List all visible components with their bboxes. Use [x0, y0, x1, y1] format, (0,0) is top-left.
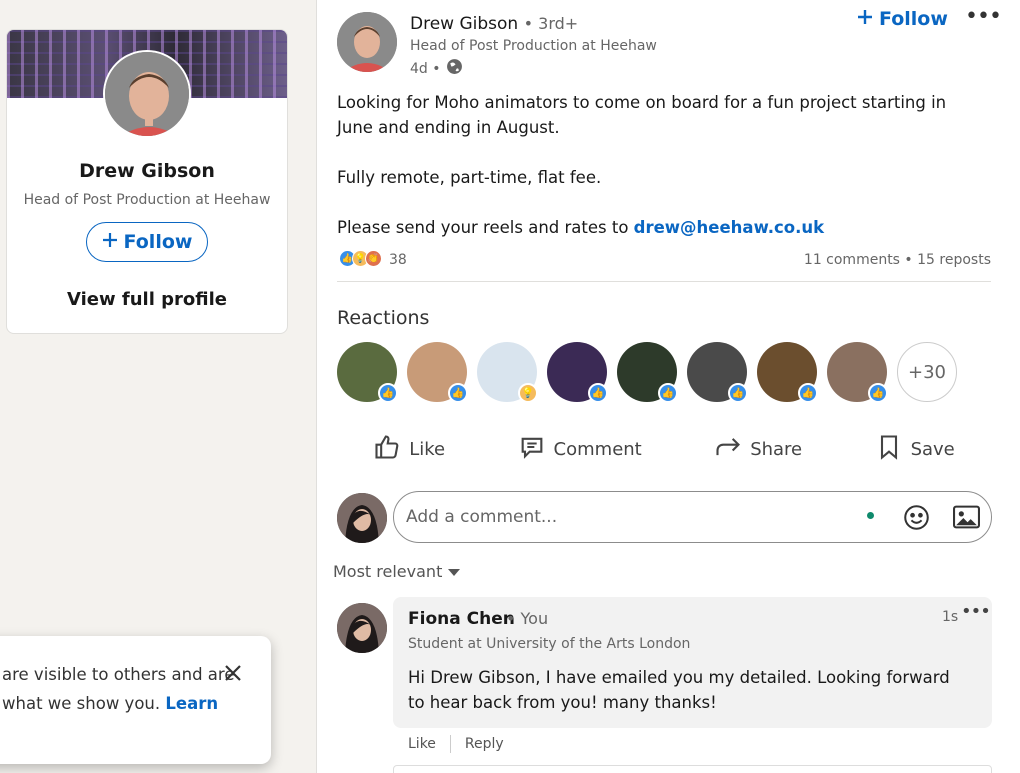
connection-degree: • 3rd+: [523, 14, 579, 33]
post-author-avatar[interactable]: [337, 12, 397, 72]
post-body: Looking for Moho animators to come on bo…: [337, 90, 977, 265]
social-counts: 👍 💡 👏 38 11 comments • 15 reposts: [337, 250, 991, 282]
post-actions: Like Comment Share Save: [337, 425, 991, 473]
view-full-profile-link[interactable]: View full profile: [7, 289, 287, 310]
profile-name[interactable]: Drew Gibson: [7, 160, 287, 182]
commenter-you-tag: • You: [506, 609, 549, 628]
bookmark-icon: [875, 433, 903, 466]
post-author-name[interactable]: Drew Gibson: [410, 14, 518, 34]
post-follow-button[interactable]: Follow: [857, 8, 948, 30]
post-text-1: Looking for Moho animators to come on bo…: [337, 93, 947, 137]
comment-bubble: Fiona Chen • You 1s ••• Student at Unive…: [393, 597, 992, 728]
comment-reply-button[interactable]: Reply: [465, 736, 504, 752]
insightful-badge-icon: 💡: [518, 383, 538, 403]
post-meta: 4d •: [410, 58, 463, 79]
globe-icon: [446, 58, 463, 79]
save-button[interactable]: Save: [875, 433, 955, 466]
like-badge-icon: 👍: [798, 383, 818, 403]
like-badge-icon: 👍: [588, 383, 608, 403]
post-panel: Drew Gibson • 3rd+ Head of Post Producti…: [316, 0, 1020, 773]
reactors-list: 👍 👍 💡 👍 👍 👍 👍 👍 +30: [337, 342, 957, 403]
save-label: Save: [910, 438, 955, 460]
post-text-3: Please send your reels and rates to: [337, 218, 634, 237]
share-arrow-icon: [714, 433, 742, 466]
reactor-avatar[interactable]: 👍: [827, 342, 888, 403]
comment-time: 1s: [942, 609, 959, 625]
learn-more-link[interactable]: Learn: [165, 694, 218, 713]
comment-sort-dropdown[interactable]: Most relevant: [333, 562, 461, 581]
post-text-2: Fully remote, part-time, flat fee.: [337, 168, 602, 187]
close-icon[interactable]: [224, 660, 242, 688]
reaction-icons[interactable]: 👍 💡 👏: [339, 250, 382, 267]
comment-actions: Like Reply: [408, 735, 504, 753]
reaction-count[interactable]: 38: [389, 252, 407, 268]
post-follow-label: Follow: [879, 8, 948, 30]
plus-icon: [857, 8, 873, 30]
reactor-avatar[interactable]: 👍: [407, 342, 468, 403]
celebrate-reaction-icon: 👏: [365, 250, 382, 267]
email-link[interactable]: drew@heehaw.co.uk: [634, 218, 824, 237]
commenter-name[interactable]: Fiona Chen: [408, 609, 515, 629]
divider: [449, 735, 451, 753]
post-age: 4d •: [410, 60, 441, 77]
like-badge-icon: 👍: [728, 383, 748, 403]
like-badge-icon: 👍: [378, 383, 398, 403]
comment-input-box[interactable]: [393, 491, 992, 543]
like-label: Like: [409, 438, 446, 460]
like-badge-icon: 👍: [868, 383, 888, 403]
commenter-avatar[interactable]: [337, 603, 387, 653]
profile-card: Drew Gibson Head of Post Production at H…: [6, 29, 288, 334]
post-author-headline: Head of Post Production at Heehaw: [410, 38, 657, 54]
emoji-icon[interactable]: [903, 504, 930, 531]
share-button[interactable]: Share: [714, 433, 802, 466]
thumbs-up-icon: [373, 433, 401, 466]
comments-reposts-count[interactable]: 11 comments • 15 reposts: [804, 252, 991, 268]
current-user-avatar[interactable]: [337, 493, 387, 543]
status-dot-icon: [867, 512, 874, 519]
comment-label: Comment: [553, 438, 642, 460]
comment-input[interactable]: [406, 504, 846, 530]
reactor-avatar[interactable]: 👍: [547, 342, 608, 403]
comment-text: Hi Drew Gibson, I have emailed you my de…: [408, 668, 950, 712]
like-button[interactable]: Like: [373, 433, 445, 466]
plus-icon: [102, 231, 118, 253]
like-badge-icon: 👍: [448, 383, 468, 403]
commenter-headline: Student at University of the Arts London: [408, 636, 691, 652]
reactor-avatar[interactable]: 👍: [617, 342, 678, 403]
comment-icon: [518, 433, 546, 466]
comment-more-icon[interactable]: •••: [961, 601, 991, 622]
post-author[interactable]: Drew Gibson • 3rd+: [410, 14, 578, 34]
comment-like-button[interactable]: Like: [408, 736, 436, 752]
profile-avatar[interactable]: [103, 50, 191, 138]
comment-button[interactable]: Comment: [518, 433, 642, 466]
caret-down-icon: [448, 562, 461, 581]
next-comment-preview: [393, 765, 992, 773]
reactor-avatar[interactable]: 👍: [757, 342, 818, 403]
more-options-icon[interactable]: •••: [965, 4, 1002, 29]
toast-line-1: are visible to others and are: [2, 665, 235, 684]
reactor-avatar[interactable]: 👍: [687, 342, 748, 403]
profile-follow-button[interactable]: Follow: [86, 222, 208, 262]
sort-label: Most relevant: [333, 562, 443, 581]
toast-message: are visible to others and are what we sh…: [2, 660, 235, 718]
reactions-title: Reactions: [337, 307, 430, 329]
more-reactions-button[interactable]: +30: [897, 342, 957, 402]
like-badge-icon: 👍: [658, 383, 678, 403]
share-label: Share: [750, 438, 803, 460]
reactor-avatar[interactable]: 💡: [477, 342, 538, 403]
profile-headline: Head of Post Production at Heehaw: [23, 192, 271, 208]
image-icon[interactable]: [953, 505, 980, 529]
toast-line-2: what we show you.: [2, 694, 161, 713]
notification-toast: are visible to others and are what we sh…: [0, 636, 271, 764]
profile-follow-label: Follow: [123, 231, 193, 253]
reactor-avatar[interactable]: 👍: [337, 342, 398, 403]
